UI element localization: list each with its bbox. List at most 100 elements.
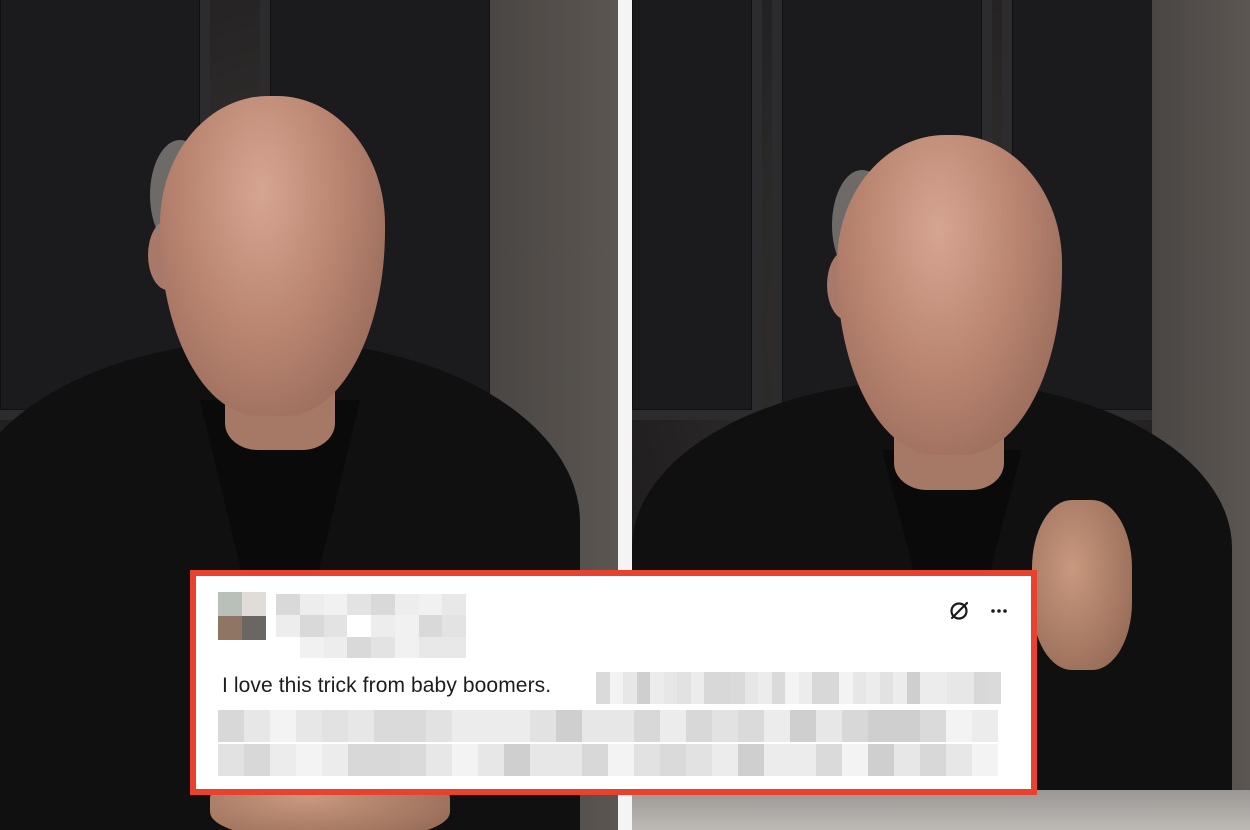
pixel-block	[825, 672, 839, 704]
pixel-block	[218, 710, 244, 742]
pixel-block	[758, 672, 772, 704]
pixel-block	[478, 710, 504, 742]
avatar-pixel	[242, 616, 266, 640]
pixel-block	[347, 594, 371, 616]
pixel-block	[960, 672, 974, 704]
pixel-block	[394, 636, 419, 658]
pixel-block	[812, 672, 826, 704]
pixel-block	[764, 710, 790, 742]
pixel-block	[299, 594, 324, 616]
pixel-block	[785, 672, 799, 704]
pixel-block	[426, 744, 452, 776]
pixel-block	[276, 594, 300, 616]
pixel-block	[609, 672, 623, 704]
pixel-block	[712, 710, 738, 742]
pixel-block	[704, 672, 718, 704]
pixel-block	[299, 636, 324, 658]
pixel-block	[276, 636, 300, 658]
pixel-block	[323, 594, 348, 616]
hand	[1032, 500, 1132, 670]
pixel-block	[868, 744, 894, 776]
pixel-block	[418, 636, 443, 658]
pixel-block	[608, 744, 634, 776]
pixel-block	[478, 744, 504, 776]
pixel-block	[442, 594, 466, 616]
pixelated-text-line	[218, 710, 998, 742]
pixel-block	[660, 744, 686, 776]
avatar-pixel	[242, 592, 266, 616]
pixel-block	[738, 710, 764, 742]
pixel-block	[418, 594, 443, 616]
pixel-block	[276, 615, 300, 637]
pixel-block	[946, 744, 972, 776]
pixel-block	[348, 710, 374, 742]
pixel-block	[371, 594, 395, 616]
pixel-block	[893, 672, 907, 704]
pixel-block	[839, 672, 853, 704]
pixel-block	[731, 672, 745, 704]
pixel-block	[868, 710, 894, 742]
pixel-block	[677, 672, 691, 704]
username-pixelated[interactable]	[276, 594, 466, 658]
pixel-block	[920, 710, 946, 742]
pixel-block	[394, 594, 419, 616]
pixelated-text-line	[218, 744, 998, 776]
pixel-block	[418, 615, 443, 637]
pixel-block	[686, 744, 712, 776]
pixel-block	[556, 710, 582, 742]
pixel-block	[218, 744, 244, 776]
pixel-block	[452, 710, 478, 742]
pixel-block	[947, 672, 961, 704]
pixel-block	[842, 710, 868, 742]
pixel-block	[270, 710, 296, 742]
pixel-block	[660, 710, 686, 742]
pixel-block	[347, 636, 371, 658]
pixel-block	[530, 744, 556, 776]
pixel-block	[442, 615, 466, 637]
pixel-block	[582, 744, 608, 776]
pixel-block	[608, 710, 634, 742]
pixel-block	[394, 615, 419, 637]
pixel-block	[816, 710, 842, 742]
pixel-block	[842, 744, 868, 776]
pixel-block	[816, 744, 842, 776]
pixel-block	[946, 710, 972, 742]
pixel-block	[636, 672, 650, 704]
pixel-block	[790, 710, 816, 742]
pixel-block	[663, 672, 677, 704]
more-options-icon[interactable]	[984, 598, 1014, 624]
avatar-pixel	[218, 616, 242, 640]
background-window	[632, 0, 762, 420]
avatar-pixel	[218, 592, 242, 616]
more-options-icon-svg	[991, 609, 1007, 613]
pixel-block	[426, 710, 452, 742]
pixel-block	[400, 710, 426, 742]
pixel-block	[347, 615, 371, 637]
pixel-block	[244, 744, 270, 776]
pixel-block	[634, 710, 660, 742]
pixel-block	[244, 710, 270, 742]
pixel-block	[374, 744, 400, 776]
post-card: I love this trick from baby boomers.	[190, 570, 1037, 795]
pixel-block	[879, 672, 893, 704]
head	[160, 96, 385, 416]
table	[632, 790, 1250, 830]
pixel-block	[504, 710, 530, 742]
pixel-block	[738, 744, 764, 776]
pixel-block	[348, 744, 374, 776]
pixel-block	[323, 615, 348, 637]
pixel-block	[371, 615, 395, 637]
pixel-block	[764, 744, 790, 776]
pixel-block	[634, 744, 660, 776]
pixel-block	[322, 744, 348, 776]
pixel-block	[650, 672, 664, 704]
pixel-block	[974, 672, 988, 704]
pixel-block	[771, 672, 785, 704]
pixel-block	[623, 672, 637, 704]
no-entry-icon[interactable]	[944, 598, 974, 624]
pixel-block	[920, 672, 934, 704]
head	[837, 135, 1062, 455]
pixel-block	[296, 744, 322, 776]
pixel-block	[972, 710, 998, 742]
pixel-block	[556, 744, 582, 776]
